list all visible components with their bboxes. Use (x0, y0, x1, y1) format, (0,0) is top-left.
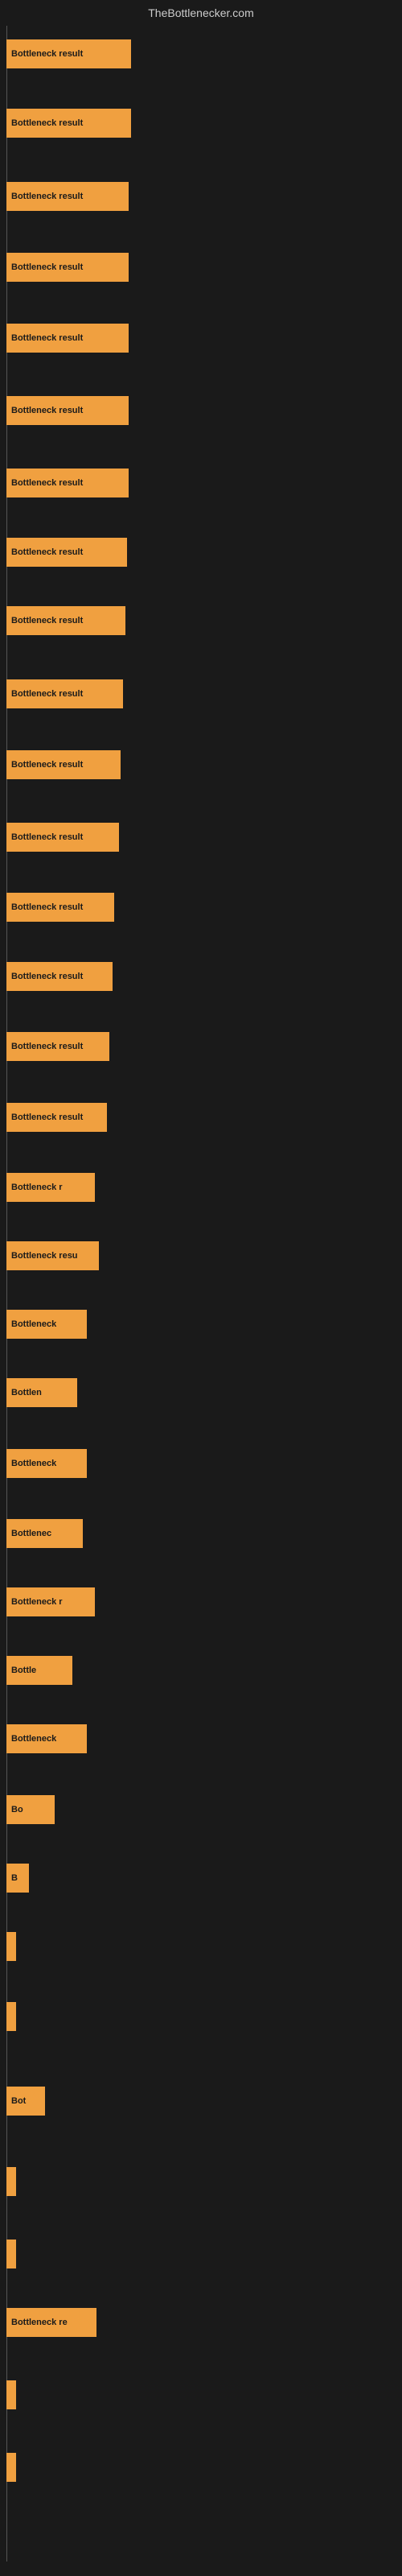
bottleneck-bar-12: Bottleneck result (6, 893, 114, 922)
bottleneck-bar-32: Bottleneck re (6, 2308, 96, 2337)
bottleneck-bar-18: Bottleneck (6, 1310, 87, 1339)
bottleneck-bar-4: Bottleneck result (6, 324, 129, 353)
bottleneck-bar-21: Bottlenec (6, 1519, 83, 1548)
bottleneck-bar-22: Bottleneck r (6, 1587, 95, 1616)
bottleneck-bar-29: Bot (6, 2087, 45, 2116)
bottleneck-bar-6: Bottleneck result (6, 469, 129, 497)
bottleneck-bar-5: Bottleneck result (6, 396, 129, 425)
bottleneck-bar-34 (6, 2453, 16, 2482)
bottleneck-bar-9: Bottleneck result (6, 679, 123, 708)
bottleneck-bar-3: Bottleneck result (6, 253, 129, 282)
bottleneck-bar-15: Bottleneck result (6, 1103, 107, 1132)
bottleneck-bar-30 (6, 2167, 16, 2196)
bottleneck-bar-11: Bottleneck result (6, 823, 119, 852)
bottleneck-bar-0: Bottleneck result (6, 39, 131, 68)
bottleneck-bar-1: Bottleneck result (6, 109, 131, 138)
bottleneck-bar-10: Bottleneck result (6, 750, 121, 779)
bottleneck-bar-31 (6, 2240, 16, 2268)
bottleneck-bar-19: Bottlen (6, 1378, 77, 1407)
bottleneck-bar-25: Bo (6, 1795, 55, 1824)
bottleneck-bar-17: Bottleneck resu (6, 1241, 99, 1270)
bottleneck-bar-8: Bottleneck result (6, 606, 125, 635)
bottleneck-bar-16: Bottleneck r (6, 1173, 95, 1202)
bottleneck-bar-13: Bottleneck result (6, 962, 113, 991)
bottleneck-bar-27 (6, 1932, 16, 1961)
bottleneck-bar-24: Bottleneck (6, 1724, 87, 1753)
bottleneck-bar-14: Bottleneck result (6, 1032, 109, 1061)
bottleneck-bar-2: Bottleneck result (6, 182, 129, 211)
site-title: TheBottlenecker.com (0, 0, 402, 26)
bottleneck-bar-33 (6, 2380, 16, 2409)
bottleneck-bar-26: B (6, 1864, 29, 1893)
bottleneck-bar-23: Bottle (6, 1656, 72, 1685)
bottleneck-bar-28 (6, 2002, 16, 2031)
chart-container: Bottleneck result Bottleneck result Bottle… (0, 26, 402, 2562)
bottleneck-bar-20: Bottleneck (6, 1449, 87, 1478)
bottleneck-bar-7: Bottleneck result (6, 538, 127, 567)
